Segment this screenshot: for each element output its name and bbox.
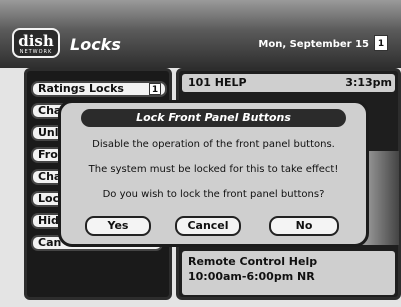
dialog-line-2: The system must be locked for this to ta… bbox=[88, 164, 339, 175]
calendar-icon: 1 bbox=[374, 35, 388, 51]
program-title: Remote Control Help bbox=[188, 255, 318, 268]
menu-item-label: Ratings Locks bbox=[38, 82, 124, 95]
menu-item-badge: 1 bbox=[149, 83, 161, 95]
dialog-line-1: Disable the operation of the front panel… bbox=[92, 139, 335, 150]
menu-item-label: Can bbox=[38, 236, 62, 249]
channel-label: 101 HELP bbox=[188, 76, 247, 89]
header-bar: dish NETWORK Locks Mon, September 15 1 bbox=[0, 0, 401, 68]
cancel-button[interactable]: Cancel bbox=[175, 216, 241, 236]
dish-screen: dish NETWORK Locks Mon, September 15 1 R… bbox=[0, 0, 401, 307]
calendar-day: 1 bbox=[377, 39, 385, 49]
menu-item-label: Unl bbox=[38, 126, 59, 139]
yes-button[interactable]: Yes bbox=[85, 216, 151, 236]
menu-item-label: Fro bbox=[38, 148, 58, 161]
current-time: 3:13pm bbox=[345, 76, 392, 89]
channel-bar: 101 HELP 3:13pm bbox=[182, 74, 395, 92]
no-button[interactable]: No bbox=[269, 216, 339, 236]
menu-item-label: Loc bbox=[38, 192, 60, 205]
date-display: Mon, September 15 bbox=[258, 39, 369, 50]
page-title: Locks bbox=[70, 35, 121, 54]
logo-text: dish bbox=[18, 32, 54, 50]
menu-item-label: Hid bbox=[38, 214, 59, 227]
program-time: 10:00am-6:00pm NR bbox=[188, 270, 315, 283]
logo-subtext: NETWORK bbox=[19, 49, 53, 55]
dialog-line-3: Do you wish to lock the front panel butt… bbox=[102, 189, 325, 200]
dish-network-logo: dish NETWORK bbox=[12, 28, 60, 58]
lock-front-panel-dialog: Lock Front Panel Buttons Disable the ope… bbox=[58, 100, 369, 247]
menu-item-ratings-locks[interactable]: Ratings Locks 1 bbox=[31, 81, 167, 97]
dialog-title: Lock Front Panel Buttons bbox=[81, 109, 346, 127]
program-details: Remote Control Help 10:00am-6:00pm NR bbox=[182, 251, 395, 295]
